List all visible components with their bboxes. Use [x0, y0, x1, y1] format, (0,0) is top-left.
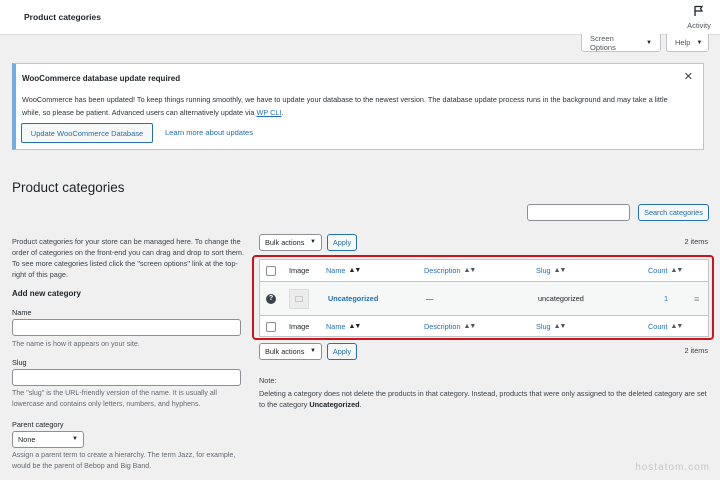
wp-cli-link[interactable]: WP CLI: [256, 108, 281, 117]
apply-button-bottom[interactable]: Apply: [327, 343, 357, 360]
notice-text-line2: while, so please be patient. Advanced us…: [22, 107, 257, 117]
name-field[interactable]: [12, 319, 241, 336]
parent-category-label: Parent category: [12, 420, 64, 429]
flag-icon: [694, 5, 704, 16]
items-count-top: 2 items: [684, 237, 708, 246]
chevron-down-icon: ▼: [72, 436, 78, 442]
screen-options-label: Screen Options: [590, 33, 616, 52]
slug-field[interactable]: [12, 369, 241, 386]
top-bar: Product categories Activity: [0, 0, 720, 35]
caret-down-icon: ▼: [696, 39, 703, 46]
learn-more-link[interactable]: Learn more about updates: [165, 128, 253, 137]
slug-label: Slug: [12, 358, 27, 367]
search-categories-button[interactable]: Search categories: [638, 204, 709, 221]
search-input[interactable]: [527, 204, 630, 221]
note-text: Deleting a category does not delete the …: [259, 388, 709, 410]
bulk-actions-label: Bulk actions: [265, 238, 305, 247]
chevron-down-icon: ▼: [310, 348, 316, 354]
parent-category-value: None: [18, 435, 36, 444]
database-update-notice: WooCommerce database update required ✕ W…: [12, 63, 704, 150]
parent-category-description: Assign a parent term to create a hierarc…: [12, 451, 236, 470]
top-bar-title: Product categories: [24, 12, 101, 22]
bulk-actions-label: Bulk actions: [265, 347, 305, 356]
note-category: Uncategorized: [309, 400, 360, 409]
apply-button-top[interactable]: Apply: [327, 234, 357, 251]
help-button[interactable]: Help ▼: [666, 34, 709, 52]
table-highlight-box: [252, 255, 714, 340]
intro-text: Product categories for your store can be…: [12, 237, 245, 279]
name-description: The name is how it appears on your site.: [12, 340, 140, 348]
notice-text: WooCommerce has been updated! To keep th…: [22, 94, 687, 119]
name-label: Name: [12, 308, 32, 317]
caret-down-icon: ▼: [646, 39, 652, 46]
bulk-actions-select-bottom[interactable]: Bulk actions ▼: [259, 343, 322, 360]
notice-title: WooCommerce database update required: [22, 74, 181, 83]
chevron-down-icon: ▼: [310, 239, 316, 245]
page-title: Product categories: [12, 180, 125, 195]
screen-options-button[interactable]: Screen Options ▼: [581, 34, 661, 52]
help-label: Help: [675, 38, 691, 47]
bulk-actions-select-top[interactable]: Bulk actions ▼: [259, 234, 322, 251]
notice-text-line1: WooCommerce has been updated! To keep th…: [22, 95, 668, 104]
note-label: Note:: [259, 376, 277, 385]
parent-category-select[interactable]: None ▼: [12, 431, 84, 448]
slug-description: The "slug" is the URL-friendly version o…: [12, 389, 217, 408]
note-text-end: .: [359, 400, 362, 409]
close-icon[interactable]: ✕: [684, 70, 693, 83]
items-count-bottom: 2 items: [684, 346, 708, 355]
activity-button[interactable]: Activity: [684, 5, 714, 30]
update-database-button[interactable]: Update WooCommerce Database: [21, 123, 153, 143]
activity-label: Activity: [687, 21, 711, 30]
notice-text-end: .: [281, 107, 284, 117]
add-category-title: Add new category: [12, 289, 81, 298]
watermark: hostatom.com: [635, 462, 710, 473]
